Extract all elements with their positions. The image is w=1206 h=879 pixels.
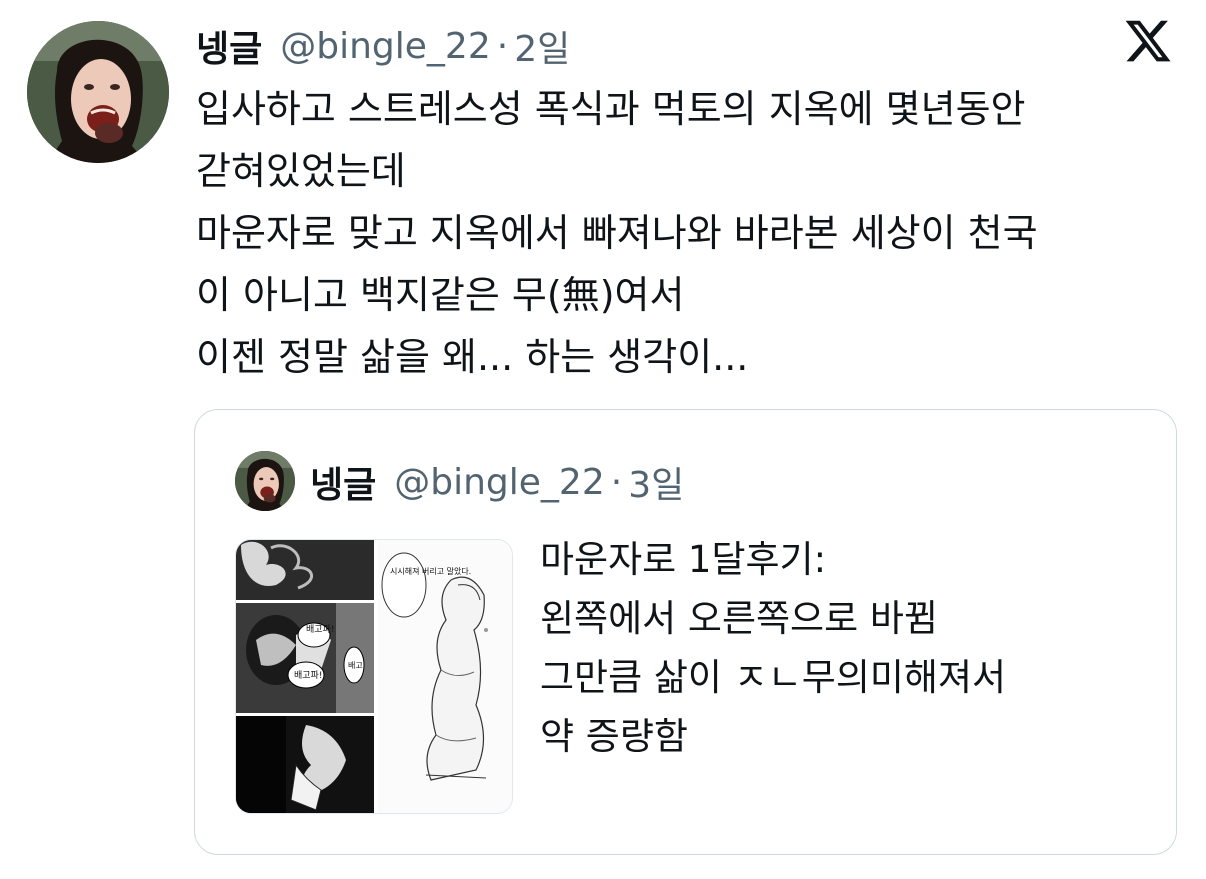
quoted-author-handle[interactable]: @bingle_22: [394, 462, 604, 503]
tweet-text: 입사하고 스트레스성 폭식과 먹토의 지옥에 몇년동안 갇혀있었는데 마운자로 …: [196, 78, 1186, 388]
quoted-avatar[interactable]: [235, 451, 295, 511]
author-name[interactable]: 넹글: [196, 20, 262, 72]
separator-dot: ·: [610, 461, 623, 503]
tweet-text-line: 갇혀있었는데: [196, 149, 406, 193]
quoted-author-name[interactable]: 넹글: [310, 456, 376, 508]
manga-comparison-image-icon: 배고파! 배고파! 배고 시시해져 버리고 말았다.: [236, 540, 512, 813]
avatar[interactable]: [27, 21, 169, 163]
tweet-text-line: 입사하고 스트레스성 폭식과 먹토의 지옥에 몇년동안: [196, 87, 1026, 131]
speech-bubble-text: 배고: [348, 661, 363, 670]
tweet-text-line: 이젠 정말 삶을 왜... 하는 생각이...: [196, 335, 749, 379]
tweet-header: 넹글 @bingle_22 · 2일: [196, 18, 570, 74]
tweet-timestamp[interactable]: 2일: [514, 20, 570, 72]
quoted-text-line: 그만큼 삶이 ㅈㄴ무의미해져서: [540, 656, 1007, 699]
speech-bubble-text: 시시해져 버리고 말았다.: [390, 566, 471, 576]
quoted-text-line: 약 증량함: [540, 715, 688, 758]
quoted-text-line: 왼쪽에서 오른쪽으로 바뀜: [540, 597, 938, 640]
profile-photo-icon: [235, 451, 295, 511]
quoted-media-image[interactable]: 배고파! 배고파! 배고 시시해져 버리고 말았다.: [235, 539, 513, 814]
profile-photo-icon: [27, 21, 169, 163]
quoted-tweet-timestamp[interactable]: 3일: [628, 456, 684, 508]
tweet-text-line: 마운자로 맞고 지옥에서 빠져나와 바라본 세상이 천국: [196, 211, 1038, 255]
author-handle[interactable]: @bingle_22: [280, 26, 490, 67]
quoted-tweet-header: 넹글 @bingle_22 · 3일: [310, 454, 684, 510]
speech-bubble-text: 배고파!: [306, 624, 334, 635]
speech-bubble-text: 배고파!: [294, 670, 322, 681]
quoted-tweet-text: 마운자로 1달후기: 왼쪽에서 오른쪽으로 바뀜 그만큼 삶이 ㅈㄴ무의미해져서…: [540, 530, 1006, 766]
separator-dot: ·: [496, 25, 509, 67]
tweet-text-line: 이 아니고 백지같은 무(無)여서: [196, 273, 685, 317]
x-logo-icon[interactable]: [1123, 16, 1173, 66]
quoted-text-line: 마운자로 1달후기:: [540, 538, 827, 581]
